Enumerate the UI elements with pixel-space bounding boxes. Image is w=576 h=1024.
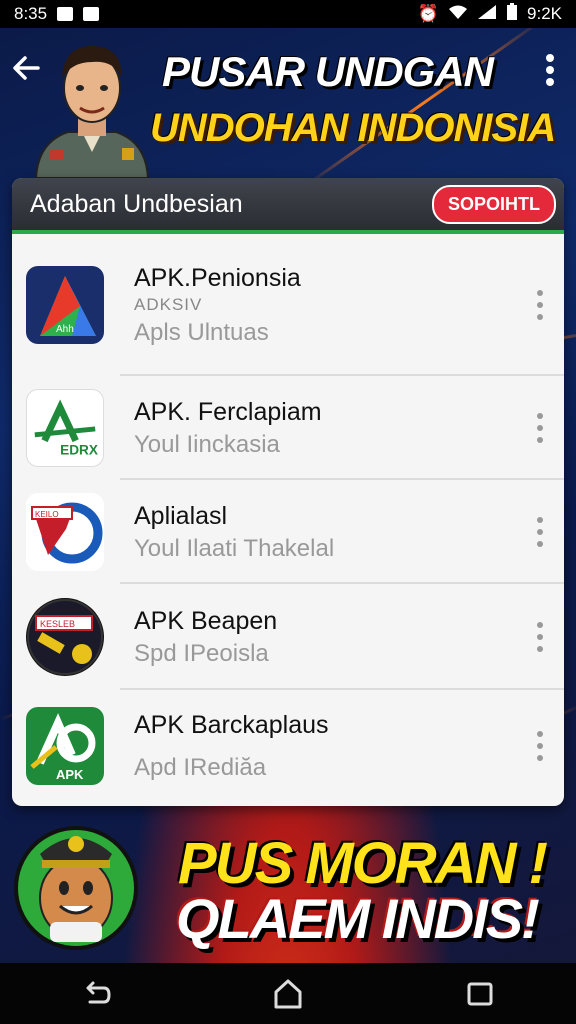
message-icon [83, 7, 100, 21]
list-item-name: APK Beapen [134, 606, 278, 635]
more-options-icon[interactable] [544, 52, 556, 88]
item-more-icon[interactable] [536, 516, 544, 548]
home-nav-icon[interactable] [268, 974, 308, 1014]
recents-nav-icon[interactable] [460, 974, 500, 1014]
list-item[interactable]: EDRX APK. Ferclapiam Youl Iinckasia [12, 376, 564, 480]
signal-icon [477, 4, 497, 25]
status-bar: 8:35 ⏰ 9:2K [0, 0, 576, 28]
list-item[interactable]: KEILO Aplialasl Youl Ilaati Thakelal [12, 480, 564, 584]
alarm-icon: ⏰ [417, 4, 440, 23]
list-item-name: APK Barckaplaus [134, 710, 329, 739]
icon-label: KEILO [35, 510, 59, 519]
list-item-tag: ADKSIV [134, 294, 203, 314]
list-item-subtitle: Youl Iinckasia [134, 430, 280, 458]
hammer-badge-icon: KESLEB [26, 598, 104, 676]
list-item-subtitle: Apd IRediăa [134, 753, 267, 781]
list-item-subtitle: Apls Ulntuas [134, 318, 269, 346]
green-a-logo-icon: EDRX [26, 389, 104, 467]
icon-label: APK [56, 767, 84, 782]
item-more-icon[interactable] [536, 730, 544, 762]
app-list-panel: Adaban Undbesian SOPOIHTL Ahh APK.Penion… [12, 178, 564, 806]
apk-logo-icon: APK [26, 707, 104, 785]
back-nav-icon[interactable] [76, 974, 116, 1014]
status-time: 8:35 [14, 4, 48, 23]
icon-label: EDRX [60, 442, 98, 457]
notification-icon [57, 7, 74, 21]
list-item[interactable]: Ahh APK.Penionsia ADKSIV Apls Ulntuas [12, 234, 564, 376]
banner-line2: QLAEM INDIS! [176, 887, 540, 950]
navigation-bar [0, 963, 576, 1024]
list-item[interactable]: KESLEB APK Beapen Spd IPeoisla [12, 584, 564, 690]
mascot-avatar [14, 826, 138, 950]
wifi-icon [448, 4, 468, 25]
icon-label: KESLEB [40, 619, 75, 629]
icon-label: Ahh [56, 324, 74, 335]
item-more-icon[interactable] [536, 621, 544, 653]
list-item-name: Aplialasl [134, 501, 228, 530]
list-item[interactable]: APK APK Barckaplaus Apd IRediăa [12, 690, 564, 802]
list-item-subtitle: Youl Ilaati Thakelal [134, 534, 335, 562]
header-title-line1: PUSAR UNDGAN [162, 48, 494, 95]
battery-icon [506, 2, 518, 26]
panel-title: Adaban Undbesian [30, 189, 243, 218]
header: PUSAR UNDGAN UNDOHAN INDONISIA [0, 28, 576, 178]
panel-header: Adaban Undbesian SOPOIHTL [12, 178, 564, 234]
officer-avatar [34, 46, 150, 178]
status-right-text: 9:2K [527, 4, 562, 23]
header-title-line2: UNDOHAN INDONISIA [150, 106, 556, 150]
list-item-name: APK. Ferclapiam [134, 397, 322, 426]
item-more-icon[interactable] [536, 412, 544, 444]
item-more-icon[interactable] [536, 289, 544, 321]
panel-action-button[interactable]: SOPOIHTL [431, 184, 556, 224]
triangle-logo-icon: Ahh [26, 266, 104, 344]
list-item-name: APK.Penionsia [134, 263, 301, 292]
red-flag-logo-icon: KEILO [26, 493, 104, 571]
list-item-subtitle: Spd IPeoisla [134, 639, 269, 667]
app-list: Ahh APK.Penionsia ADKSIV Apls Ulntuas ED… [12, 234, 564, 802]
